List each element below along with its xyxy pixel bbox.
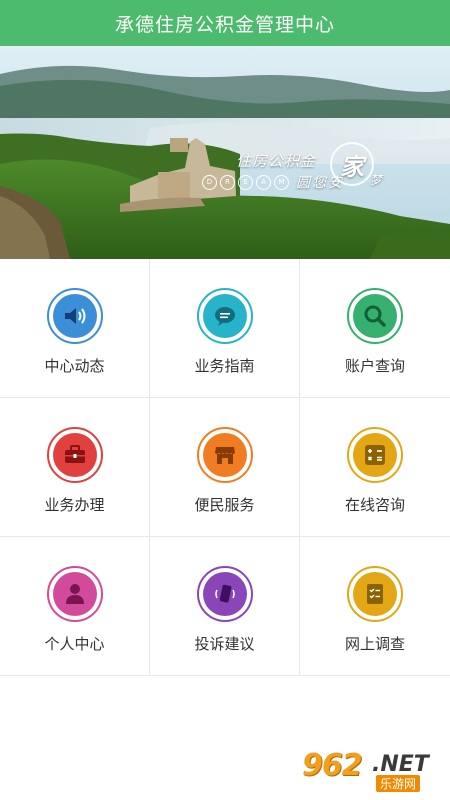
menu-item-label: 业务指南 <box>194 357 255 375</box>
dream-letter: D <box>202 174 217 190</box>
watermark-number: 962 <box>302 748 363 783</box>
icon-ring <box>347 288 403 344</box>
menu-item-center-news[interactable]: 中心动态 <box>0 259 150 398</box>
menu-item-complaint-suggestion[interactable]: 投诉建议 <box>150 537 300 676</box>
banner-slogan-top: 住房公积金 <box>236 152 317 170</box>
watermark-site-name: 乐游网 <box>376 775 421 792</box>
menu-item-account-query[interactable]: 账户查询 <box>300 259 450 398</box>
menu-item-label: 在线咨询 <box>344 496 405 514</box>
menu-item-label: 个人中心 <box>44 635 105 653</box>
checklist-icon <box>367 584 383 604</box>
site-watermark-logo: 962 .NET 乐游网 <box>302 748 444 792</box>
icon-ring <box>196 427 253 483</box>
icon-ring <box>196 566 253 622</box>
icon-ring <box>46 288 103 344</box>
menu-grid: 中心动态 业务指南 账户查询 业务办理 便民服务 在线咨询 个人中心 投诉建议 … <box>0 259 450 676</box>
app-header: 承德住房公积金管理中心 <box>0 0 450 46</box>
banner-slogan-dream: D R E A M 圆您安 <box>202 172 344 192</box>
menu-item-label: 中心动态 <box>44 357 105 375</box>
menu-item-label: 便民服务 <box>194 496 255 514</box>
icon-ring <box>347 427 403 483</box>
dream-letter: M <box>274 174 289 190</box>
shop-icon <box>214 447 235 464</box>
banner-slogan-dream-word: 梦 <box>370 173 383 187</box>
hero-banner[interactable]: 住房公积金 D R E A M 圆您安 家 梦 <box>0 46 450 259</box>
dream-letter: A <box>256 174 271 190</box>
menu-item-business-guide[interactable]: 业务指南 <box>150 259 300 398</box>
speaker-icon <box>64 308 85 324</box>
icon-ring <box>46 566 103 622</box>
banner-slogan-home: 家 <box>330 142 374 186</box>
menu-item-personal-center[interactable]: 个人中心 <box>0 537 150 676</box>
dream-letter: E <box>238 174 253 190</box>
calculator-icon <box>365 445 385 465</box>
icon-ring <box>46 427 103 483</box>
menu-item-label: 网上调查 <box>344 635 405 653</box>
great-wall-landscape-image <box>0 46 450 259</box>
briefcase-icon <box>64 445 85 463</box>
phone-vibrate-icon <box>214 584 235 603</box>
magnifier-icon <box>364 305 386 327</box>
page-title: 承德住房公积金管理中心 <box>114 13 335 36</box>
chat-bubble-icon <box>214 307 235 326</box>
dream-letter: R <box>220 174 235 190</box>
menu-item-label: 投诉建议 <box>194 635 255 653</box>
menu-item-convenience-service[interactable]: 便民服务 <box>150 398 300 537</box>
menu-item-online-survey[interactable]: 网上调查 <box>300 537 450 676</box>
icon-ring <box>196 288 253 344</box>
menu-item-online-consult[interactable]: 在线咨询 <box>300 398 450 537</box>
menu-item-label: 业务办理 <box>44 496 105 514</box>
icon-ring <box>347 566 403 622</box>
menu-item-label: 账户查询 <box>344 357 405 375</box>
menu-item-business-handling[interactable]: 业务办理 <box>0 398 150 537</box>
watermark-suffix: .NET <box>372 752 429 777</box>
person-icon <box>65 584 84 604</box>
